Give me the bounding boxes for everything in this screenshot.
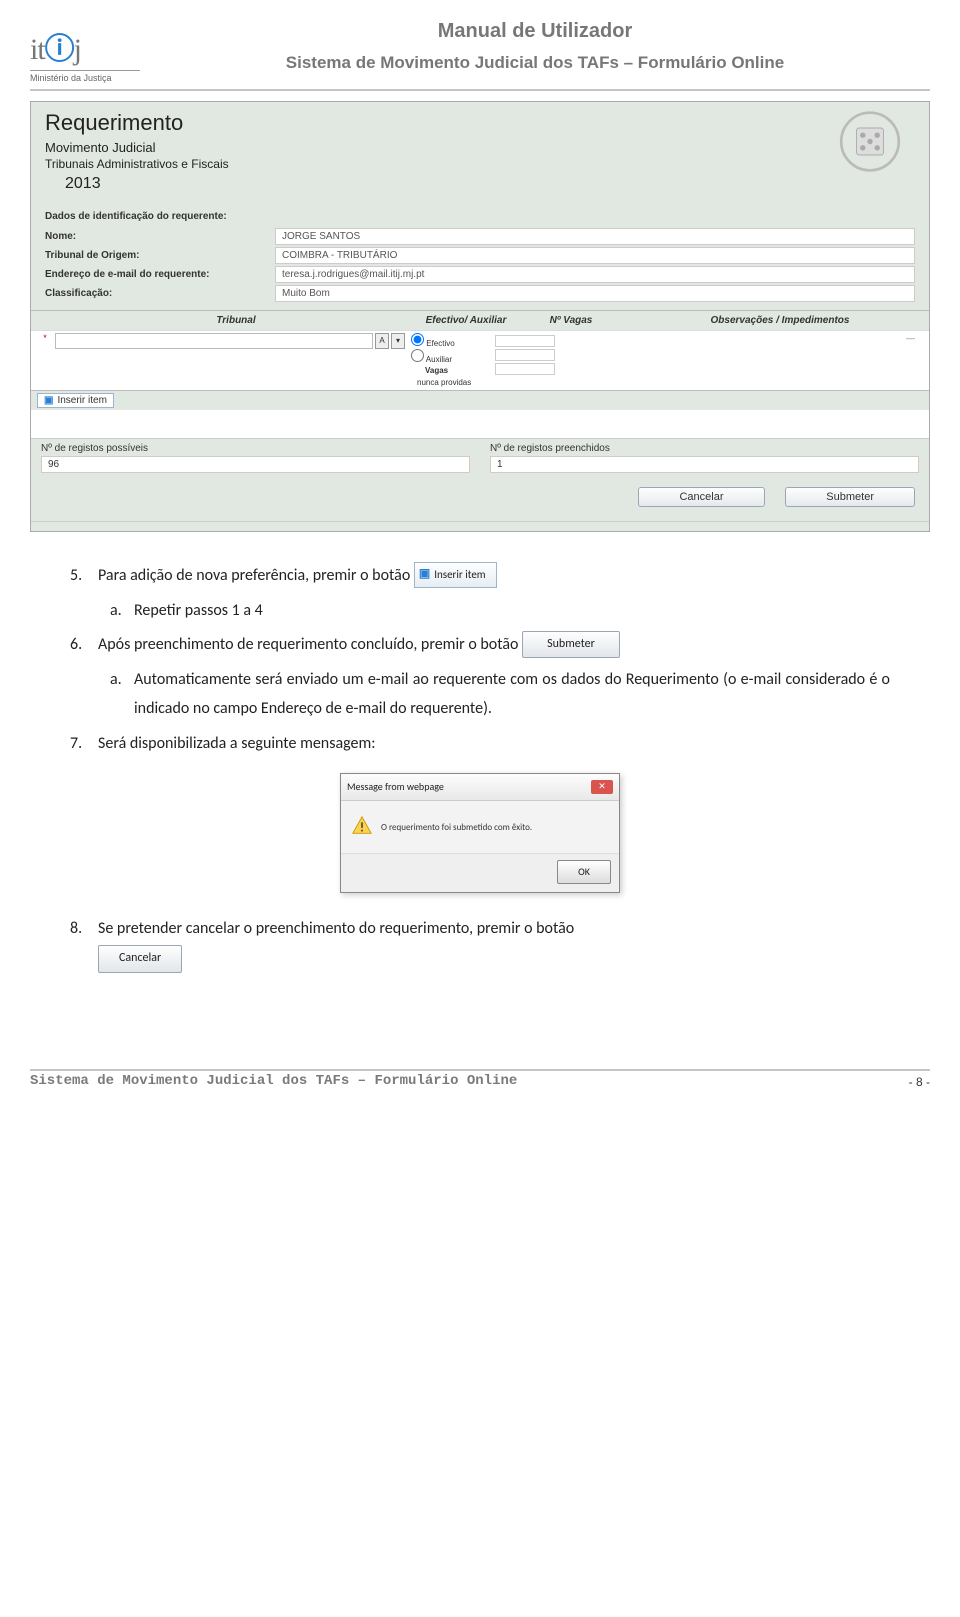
step-6: 6. Após preenchimento de requerimento co… bbox=[70, 631, 890, 660]
inline-insert-label: Inserir item bbox=[434, 565, 485, 585]
insert-item-button[interactable]: ▣ Inserir item bbox=[37, 393, 114, 408]
required-star: * bbox=[35, 333, 55, 343]
manual-title: Manual de Utilizador bbox=[140, 20, 930, 43]
step-5: 5. Para adição de nova preferência, prem… bbox=[70, 562, 890, 591]
instruction-text: 5. Para adição de nova preferência, prem… bbox=[30, 532, 930, 989]
plus-icon: ▣ bbox=[44, 395, 53, 406]
insert-bar: ▣ Inserir item bbox=[31, 390, 929, 410]
form-year: 2013 bbox=[65, 175, 229, 193]
page-footer: Sistema de Movimento Judicial dos TAFs –… bbox=[0, 1069, 960, 1105]
step-6-num: 6. bbox=[70, 631, 98, 660]
sort-az-icon[interactable]: A bbox=[375, 333, 389, 349]
value-nome: JORGE SANTOS bbox=[275, 228, 915, 245]
vagas-box-2 bbox=[495, 349, 555, 361]
logo-text: itⓘj bbox=[30, 24, 140, 68]
inline-insert-button: ▣ Inserir item bbox=[414, 562, 497, 588]
value-tribunal: COIMBRA - TRIBUTÁRIO bbox=[275, 247, 915, 264]
possiveis-value: 96 bbox=[41, 456, 470, 473]
insert-label: Inserir item bbox=[57, 395, 106, 406]
step-5-num: 5. bbox=[70, 562, 98, 591]
label-tribunal: Tribunal de Origem: bbox=[45, 250, 275, 261]
vagas-label: Vagas bbox=[425, 365, 495, 376]
vagas-cells bbox=[495, 333, 615, 377]
dropdown-icon[interactable]: ▾ bbox=[391, 333, 405, 349]
step-6a: a. Automaticamente será enviado um e-mai… bbox=[110, 666, 890, 724]
col-tribunal: Tribunal bbox=[51, 315, 421, 326]
step-6a-num: a. bbox=[110, 666, 134, 724]
label-nome: Nome: bbox=[45, 231, 275, 242]
vagas-box-1 bbox=[495, 335, 555, 347]
obs-cell: — bbox=[615, 333, 925, 343]
logo-at: ⓘ bbox=[45, 33, 74, 66]
step-8: 8. Se pretender cancelar o preenchimento… bbox=[70, 915, 890, 973]
document-header: itⓘj Ministério da Justiça Manual de Uti… bbox=[30, 20, 930, 91]
label-classif: Classificação: bbox=[45, 288, 275, 299]
form-screenshot: Requerimento Movimento Judicial Tribunai… bbox=[30, 101, 930, 532]
form-heading: Requerimento bbox=[45, 110, 229, 136]
step-5a-num: a. bbox=[110, 597, 134, 626]
logo-subtitle: Ministério da Justiça bbox=[30, 70, 140, 83]
preenchidos-label: Nº de registos preenchidos bbox=[490, 443, 919, 454]
logo-prefix: it bbox=[30, 33, 45, 66]
dialog-titlebar: Message from webpage ✕ bbox=[341, 774, 619, 801]
step-7-num: 7. bbox=[70, 730, 98, 759]
tribunal-input[interactable] bbox=[55, 333, 373, 349]
preenchidos-value: 1 bbox=[490, 456, 919, 473]
col-efectivo: Efectivo/ Auxiliar bbox=[421, 315, 511, 326]
dialog-ok-button[interactable]: OK bbox=[557, 860, 611, 884]
grid-row: * A ▾ Efectivo Auxiliar Vagas nunca prov… bbox=[31, 330, 929, 390]
cancelar-button[interactable]: Cancelar bbox=[638, 487, 764, 507]
plus-icon: ▣ bbox=[419, 564, 430, 586]
step-5a: a. Repetir passos 1 a 4 bbox=[110, 597, 890, 626]
step-7: 7. Será disponibilizada a seguinte mensa… bbox=[70, 730, 890, 759]
dialog-wrapper: Message from webpage ✕ O requerimento fo… bbox=[70, 773, 890, 893]
step-6-text: Após preenchimento de requerimento concl… bbox=[98, 635, 522, 654]
coat-of-arms-icon bbox=[825, 110, 915, 170]
possiveis-label: Nº de registos possíveis bbox=[41, 443, 470, 454]
value-classif: Muito Bom bbox=[275, 285, 915, 302]
identification-section: Dados de identificação do requerente: No… bbox=[31, 205, 929, 310]
col-vagas: Nº Vagas bbox=[511, 315, 631, 326]
step-5-text: Para adição de nova preferência, premir … bbox=[98, 566, 414, 585]
inline-submeter-button: Submeter bbox=[522, 631, 620, 659]
nunca-label: nunca providas bbox=[417, 377, 495, 388]
logo-suffix: j bbox=[74, 33, 81, 66]
page-number: - 8 - bbox=[909, 1075, 930, 1089]
dialog-message: O requerimento foi submetido com êxito. bbox=[381, 820, 532, 836]
form-footer-bar bbox=[31, 521, 929, 531]
grid-header: Tribunal Efectivo/ Auxiliar Nº Vagas Obs… bbox=[31, 310, 929, 330]
form-sub2: Tribunais Administrativos e Fiscais bbox=[45, 157, 229, 171]
step-6a-text: Automaticamente será enviado um e-mail a… bbox=[134, 666, 890, 724]
step-7-text: Será disponibilizada a seguinte mensagem… bbox=[98, 730, 890, 759]
action-row: Cancelar Submeter bbox=[31, 477, 929, 521]
system-title: Sistema de Movimento Judicial dos TAFs –… bbox=[140, 53, 930, 73]
form-sub1: Movimento Judicial bbox=[45, 140, 229, 155]
counts-row: Nº de registos possíveis 96 Nº de regist… bbox=[31, 438, 929, 477]
vagas-box-3 bbox=[495, 363, 555, 375]
value-email: teresa.j.rodrigues@mail.itij.mj.pt bbox=[275, 266, 915, 283]
form-header: Requerimento Movimento Judicial Tribunai… bbox=[31, 102, 929, 205]
step-8-num: 8. bbox=[70, 915, 98, 973]
step-8-text: Se pretender cancelar o preenchimento do… bbox=[98, 919, 574, 938]
efectivo-options: Efectivo Auxiliar Vagas nunca providas bbox=[405, 333, 495, 388]
col-obs: Observações / Impedimentos bbox=[631, 315, 929, 326]
warning-icon bbox=[351, 815, 373, 843]
radio-auxiliar[interactable]: Auxiliar bbox=[411, 349, 495, 365]
dialog-title-text: Message from webpage bbox=[347, 778, 444, 796]
inline-cancelar-button: Cancelar bbox=[98, 945, 182, 973]
footer-text: Sistema de Movimento Judicial dos TAFs –… bbox=[30, 1073, 517, 1089]
header-titles: Manual de Utilizador Sistema de Moviment… bbox=[140, 20, 930, 73]
message-dialog: Message from webpage ✕ O requerimento fo… bbox=[340, 773, 620, 893]
step-5a-text: Repetir passos 1 a 4 bbox=[134, 597, 890, 626]
ident-title: Dados de identificação do requerente: bbox=[45, 211, 915, 222]
submeter-button[interactable]: Submeter bbox=[785, 487, 915, 507]
label-email: Endereço de e-mail do requerente: bbox=[45, 269, 275, 280]
close-icon[interactable]: ✕ bbox=[591, 780, 613, 794]
radio-efectivo[interactable]: Efectivo bbox=[411, 333, 495, 349]
logo-block: itⓘj Ministério da Justiça bbox=[30, 20, 140, 83]
